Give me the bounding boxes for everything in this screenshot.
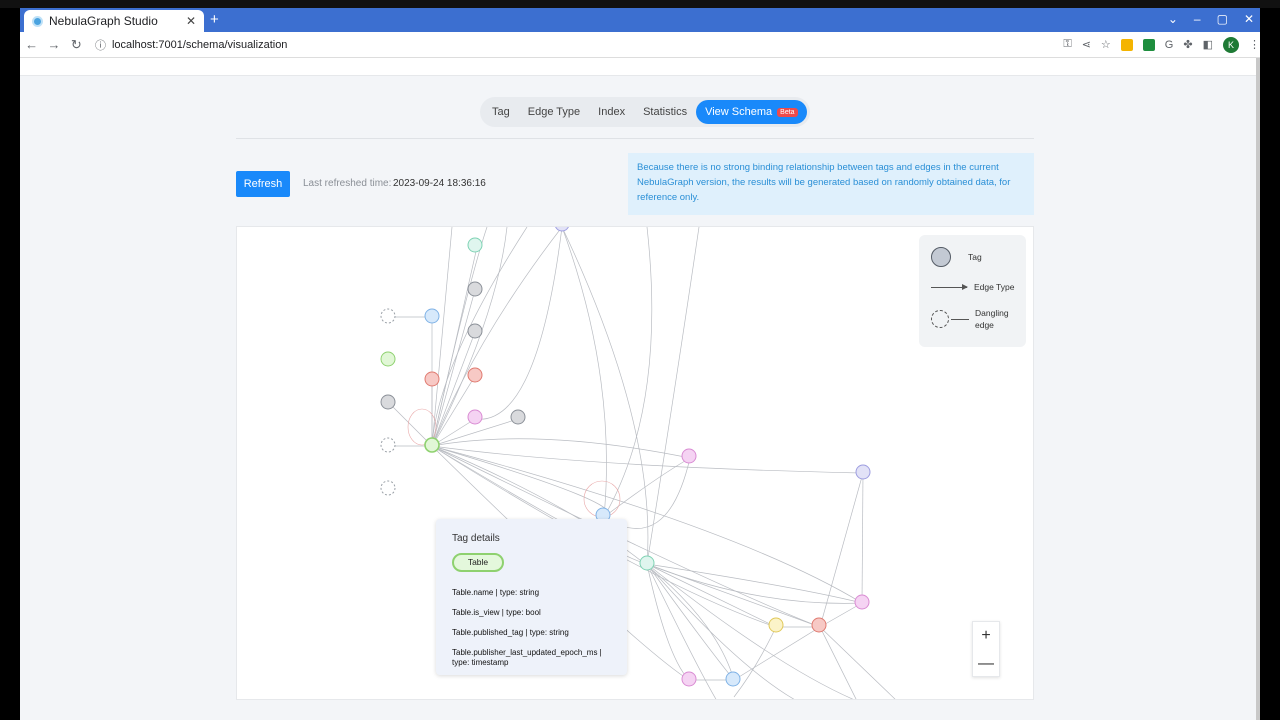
side-panel-icon[interactable]: ◧ [1203, 38, 1213, 51]
profile-avatar[interactable]: K [1222, 36, 1239, 53]
graph-node[interactable] [467, 281, 483, 297]
minimize-icon[interactable]: – [1194, 12, 1201, 26]
schema-graph-canvas[interactable]: Tag Edge Type Dangling edge + — Tag deta… [236, 226, 1034, 700]
beta-badge: Beta [777, 107, 798, 117]
tag-name-badge: Table [452, 553, 504, 572]
graph-node[interactable] [424, 371, 440, 387]
zoom-controls: + — [972, 621, 1000, 677]
extensions-puzzle-icon[interactable]: ✤ [1183, 38, 1192, 51]
reload-icon[interactable]: ↻ [66, 37, 87, 53]
graph-node[interactable] [510, 409, 526, 425]
tab-edge-type[interactable]: Edge Type [519, 100, 589, 124]
graph-node[interactable] [467, 409, 483, 425]
legend-edge-type: Edge Type [931, 282, 1015, 292]
dangling-node[interactable] [380, 437, 396, 453]
browser-toolbar: ← → ↻ ⓘ localhost:7001/schema/visualizat… [20, 32, 1260, 58]
section-divider [236, 138, 1034, 139]
refresh-button[interactable]: Refresh [236, 171, 290, 197]
tab-view-schema-label: View Schema [705, 106, 773, 118]
tag-property: Table.is_view | type: bool [452, 608, 541, 617]
studio-page: Tag Edge Type Index Statistics View Sche… [20, 58, 1256, 720]
legend-edge-type-label: Edge Type [974, 282, 1015, 292]
browser-tab[interactable]: NebulaGraph Studio ✕ [24, 10, 204, 32]
schema-graph-svg[interactable] [237, 227, 1034, 700]
edge-arrow-icon [931, 283, 968, 290]
tag-circle-icon [931, 247, 951, 267]
dangling-line-icon [951, 318, 969, 320]
graph-legend: Tag Edge Type Dangling edge [919, 235, 1026, 347]
graph-node[interactable] [380, 394, 396, 410]
desktop-border-left [0, 8, 20, 720]
legend-dangling-edge-label: Dangling edge [975, 308, 1009, 330]
graph-node[interactable] [424, 308, 440, 324]
zoom-out-button[interactable]: — [973, 650, 999, 678]
new-tab-icon[interactable]: + [210, 11, 219, 28]
page-header-strip [20, 58, 1256, 76]
key-icon[interactable]: ⚿ [1063, 38, 1071, 51]
graph-node[interactable] [725, 671, 741, 687]
tag-details-title: Tag details [452, 533, 500, 544]
graph-node[interactable] [467, 237, 483, 253]
window-controls: ⌄ – ▢ ✕ [1168, 12, 1254, 26]
tag-property: Table.published_tag | type: string [452, 628, 569, 637]
info-icon[interactable]: ⓘ [95, 37, 106, 53]
url-text: localhost:7001/schema/visualization [111, 38, 288, 51]
grammarly-icon[interactable]: G [1165, 39, 1174, 51]
graph-node[interactable] [467, 323, 483, 339]
window-close-icon[interactable]: ✕ [1244, 12, 1254, 26]
browser-tab-strip: NebulaGraph Studio ✕ + ⌄ – ▢ ✕ [20, 8, 1260, 32]
page-scrollbar[interactable] [1256, 58, 1260, 720]
maximize-icon[interactable]: ▢ [1217, 12, 1228, 26]
desktop-border-right [1260, 8, 1280, 720]
extension-yellow-icon[interactable] [1120, 38, 1133, 51]
tag-property: Table.publisher_last_updated_epoch_ms | … [452, 648, 602, 667]
schema-tabs: Tag Edge Type Index Statistics View Sche… [480, 97, 810, 127]
address-bar[interactable]: ⓘ localhost:7001/schema/visualization [95, 34, 1049, 56]
tab-index[interactable]: Index [589, 100, 634, 124]
extension-area: ⚿ ⋖ ☆ G ✤ ◧ K ⋮ [1063, 36, 1260, 53]
tab-statistics[interactable]: Statistics [634, 100, 696, 124]
graph-node[interactable] [639, 555, 655, 571]
graph-node[interactable] [768, 617, 784, 633]
graph-node[interactable] [467, 367, 483, 383]
extension-green-icon[interactable] [1142, 38, 1155, 51]
tag-property: Table.name | type: string [452, 588, 540, 597]
nebula-favicon-icon [32, 15, 43, 27]
graph-node[interactable] [681, 671, 697, 687]
graph-node-table[interactable] [424, 437, 440, 453]
tab-view-schema[interactable]: View Schema Beta [696, 100, 807, 124]
dangling-circle-icon [931, 310, 949, 328]
dangling-node[interactable] [380, 308, 396, 324]
graph-node[interactable] [855, 464, 871, 480]
graph-node[interactable] [811, 617, 827, 633]
dangling-node[interactable] [380, 480, 396, 496]
graph-node[interactable] [555, 227, 569, 232]
graph-node[interactable] [854, 594, 870, 610]
browser-tab-title: NebulaGraph Studio [49, 14, 158, 28]
info-notice: Because there is no strong binding relat… [628, 153, 1034, 215]
menu-dots-icon[interactable]: ⋮ [1249, 38, 1260, 51]
tab-search-icon[interactable]: ⌄ [1168, 12, 1178, 26]
os-top-bar [0, 0, 1280, 8]
graph-node[interactable] [380, 351, 396, 367]
bookmark-star-icon[interactable]: ☆ [1101, 38, 1111, 51]
legend-tag-label: Tag [968, 252, 982, 262]
close-tab-icon[interactable]: ✕ [186, 14, 196, 28]
zoom-in-button[interactable]: + [973, 622, 999, 650]
forward-icon[interactable]: → [43, 37, 64, 52]
tag-details-panel: Tag details Table Table.name | type: str… [436, 519, 627, 675]
legend-dangling-edge: Dangling edge [931, 307, 1021, 331]
graph-node[interactable] [681, 448, 697, 464]
last-refreshed-time: 2023-09-24 18:36:16 [393, 178, 486, 189]
tab-tag[interactable]: Tag [483, 100, 519, 124]
legend-tag: Tag [931, 247, 982, 267]
last-refreshed-label: Last refreshed time: [303, 178, 392, 189]
share-icon[interactable]: ⋖ [1082, 38, 1091, 51]
back-icon[interactable]: ← [21, 37, 42, 52]
